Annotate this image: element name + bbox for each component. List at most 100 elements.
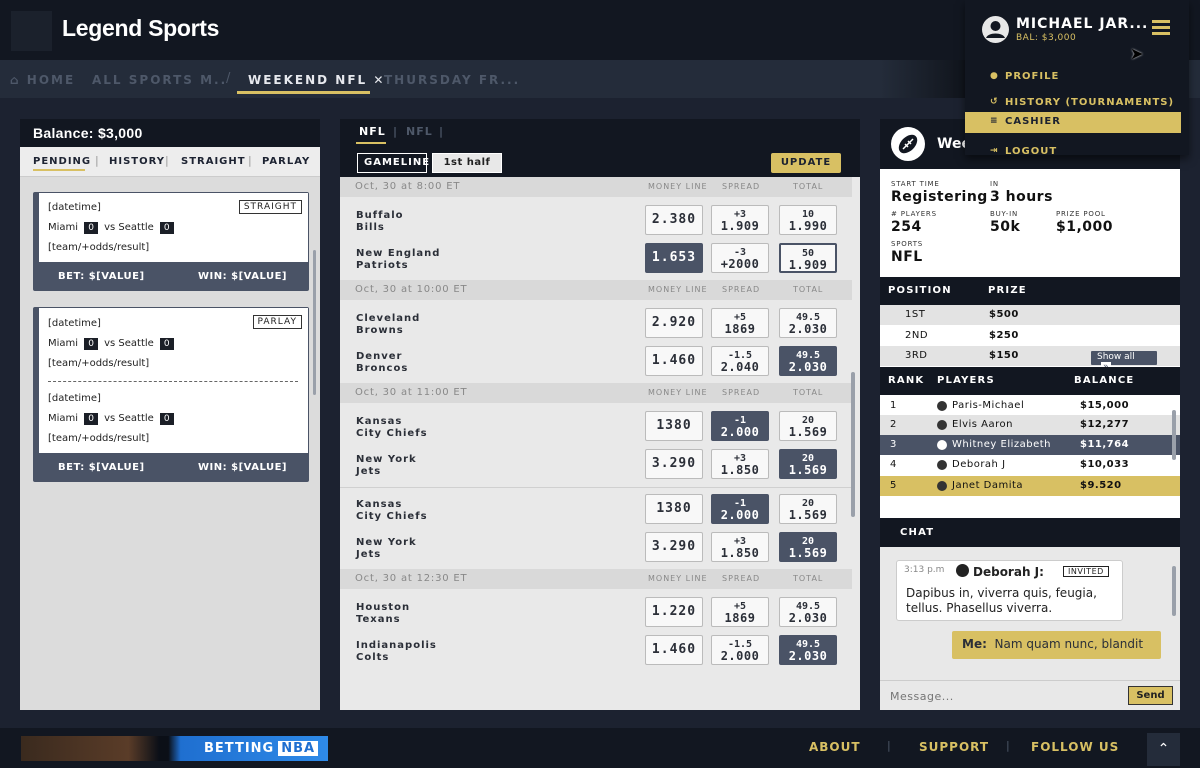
tab-pending-underline xyxy=(33,169,85,171)
rank-row[interactable]: 4 Deborah J $10,033 xyxy=(880,455,1180,475)
tab-nfl[interactable]: NFL xyxy=(359,125,386,138)
user-avatar-icon xyxy=(956,564,969,577)
spread-odd[interactable]: -1 2.000 xyxy=(711,411,769,441)
menu-item-cashier[interactable]: ≡ CASHIER xyxy=(965,112,1181,133)
menu-item-history[interactable]: ↺ HISTORY (TOURNAMENTS) xyxy=(965,90,1181,114)
money-line-odd[interactable]: 3.290 xyxy=(645,449,703,479)
player-name: Janet Damita xyxy=(952,480,1024,491)
menu-item-profile[interactable]: ● PROFILE xyxy=(965,64,1181,88)
team-name: New York Jets xyxy=(356,454,417,478)
col-header: TOTAL xyxy=(793,182,824,191)
home-score: 0 xyxy=(84,338,99,350)
home-team: Miami xyxy=(48,338,79,349)
my-chat-message: Me: Nam quam nunc, blandit xyxy=(952,631,1161,659)
rank-row[interactable]: 5 Janet Damita $9.520 xyxy=(880,476,1180,496)
tab-history[interactable]: HISTORY xyxy=(109,156,165,167)
odd-value: 1.909 xyxy=(788,258,828,272)
filter-first-half[interactable]: 1st half xyxy=(432,153,502,173)
crumb-thursday[interactable]: THURSDAY FR... xyxy=(384,73,520,87)
spread-odd[interactable]: -3 +2000 xyxy=(711,243,769,273)
total-odd[interactable]: 49.5 2.030 xyxy=(779,635,837,665)
footer-separator: | xyxy=(1006,739,1010,752)
tab-nfl-2[interactable]: NFL xyxy=(406,125,433,138)
tab-parlay[interactable]: PARLAY xyxy=(262,156,310,167)
ticket-result: [team/+odds/result] xyxy=(48,433,150,444)
bet-slip-balance: Balance: $3,000 xyxy=(20,119,320,147)
money-line-odd[interactable]: 2.920 xyxy=(645,308,703,338)
player-name: Whitney Elizabeth xyxy=(952,439,1052,450)
user-name[interactable]: MICHAEL JAR... xyxy=(1016,16,1148,32)
money-line-odd[interactable]: 1.460 xyxy=(645,346,703,376)
section-datetime: Oct, 30 at 11:00 ET xyxy=(355,387,468,398)
total-odd[interactable]: 10 1.990 xyxy=(779,205,837,235)
tab-pending[interactable]: PENDING xyxy=(33,156,91,167)
col-header: MONEY LINE xyxy=(648,574,708,583)
menu-item-label: CASHIER xyxy=(1005,116,1061,127)
info-value: $1,000 xyxy=(1056,219,1114,235)
total-odd[interactable]: 50 1.909 xyxy=(779,243,837,273)
menu-item-logout[interactable]: ⇥ LOGOUT xyxy=(965,139,1181,163)
col-balance: BALANCE xyxy=(1074,375,1135,386)
money-line-odd[interactable]: 1.653 xyxy=(645,243,703,273)
total-odd[interactable]: 20 1.569 xyxy=(779,494,837,524)
crumb-home[interactable]: ⌂ HOME xyxy=(10,73,75,87)
spread-odd[interactable]: -1 2.000 xyxy=(711,494,769,524)
footer-link-support[interactable]: SUPPORT xyxy=(919,740,989,754)
tab-straight[interactable]: STRAIGHT xyxy=(181,156,246,167)
spread-odd[interactable]: +5 1869 xyxy=(711,308,769,338)
odd-value: 1.569 xyxy=(788,425,828,439)
ticket-footer: BET: $[VALUE] WIN: $[VALUE] xyxy=(33,263,309,291)
section-datetime: Oct, 30 at 8:00 ET xyxy=(355,181,461,192)
total-odd[interactable]: 49.5 2.030 xyxy=(779,597,837,627)
spread-odd[interactable]: +3 1.850 xyxy=(711,532,769,562)
footer-separator: | xyxy=(887,739,891,752)
user-avatar-icon[interactable] xyxy=(982,16,1009,43)
money-line-odd[interactable]: 3.290 xyxy=(645,532,703,562)
bet-ticket[interactable]: PARLAY [datetime] Miami 0 vs Seattle 0 [tea… xyxy=(33,307,309,482)
spread-odd[interactable]: -1.5 2.040 xyxy=(711,346,769,376)
chat-input[interactable] xyxy=(890,688,1125,704)
send-button[interactable]: Send xyxy=(1128,686,1173,705)
player-balance: $12,277 xyxy=(1080,419,1130,430)
total-odd[interactable]: 49.5 2.030 xyxy=(779,308,837,338)
rank-row[interactable]: 3 Whitney Elizabeth $11,764 xyxy=(880,435,1180,455)
prize-position: 2ND xyxy=(905,330,929,341)
scroll-top-button[interactable]: ⌃ xyxy=(1147,733,1180,766)
scrollbar[interactable] xyxy=(1172,566,1176,616)
money-line-odd[interactable]: 1380 xyxy=(645,494,703,524)
spread-odd[interactable]: +3 1.850 xyxy=(711,449,769,479)
update-button[interactable]: UPDATE xyxy=(771,153,841,173)
spread-odd[interactable]: +3 1.909 xyxy=(711,205,769,235)
crumb-home-label: HOME xyxy=(26,73,76,87)
money-line-odd[interactable]: 1.460 xyxy=(645,635,703,665)
money-line-odd[interactable]: 2.380 xyxy=(645,205,703,235)
menu-icon[interactable] xyxy=(1152,20,1170,36)
spread-odd[interactable]: -1.5 2.000 xyxy=(711,635,769,665)
logo-icon[interactable] xyxy=(11,11,52,51)
odd-value: 1.909 xyxy=(720,219,760,233)
rank-row[interactable]: 1 Paris-Michael $15,000 xyxy=(880,396,1180,416)
footer-link-follow[interactable]: FOLLOW US xyxy=(1031,740,1119,754)
money-line-odd[interactable]: 1380 xyxy=(645,411,703,441)
total-odd[interactable]: 20 1.569 xyxy=(779,532,837,562)
money-line-odd[interactable]: 1.220 xyxy=(645,597,703,627)
bet-ticket[interactable]: STRAIGHT [datetime] Miami 0 vs Seattle 0 [t… xyxy=(33,192,309,291)
chat-message: 3:13 p.m Deborah J: INVITED Dapibus in, … xyxy=(896,560,1123,621)
scrollbar[interactable] xyxy=(1172,410,1176,460)
scrollbar[interactable] xyxy=(851,372,855,517)
col-header: TOTAL xyxy=(793,285,824,294)
brand-title[interactable]: Legend Sports xyxy=(62,15,219,42)
spread-odd[interactable]: +5 1869 xyxy=(711,597,769,627)
ticket-bet: BET: $[VALUE] xyxy=(58,462,145,473)
col-header: SPREAD xyxy=(722,388,761,397)
total-odd[interactable]: 20 1.569 xyxy=(779,411,837,441)
total-odd[interactable]: 20 1.569 xyxy=(779,449,837,479)
crumb-all-sports[interactable]: ALL SPORTS M.. xyxy=(92,73,227,87)
rank-row[interactable]: 2 Elvis Aaron $12,277 xyxy=(880,415,1180,435)
footer-link-about[interactable]: ABOUT xyxy=(809,740,861,754)
scrollbar[interactable] xyxy=(313,250,316,395)
show-all-button[interactable]: Show all » xyxy=(1091,351,1157,372)
filter-gameline[interactable]: GAMELINE xyxy=(357,153,429,173)
total-odd[interactable]: 49.5 2.030 xyxy=(779,346,837,376)
crumb-weekend-nfl[interactable]: WEEKEND NFL ✕ xyxy=(248,73,385,87)
